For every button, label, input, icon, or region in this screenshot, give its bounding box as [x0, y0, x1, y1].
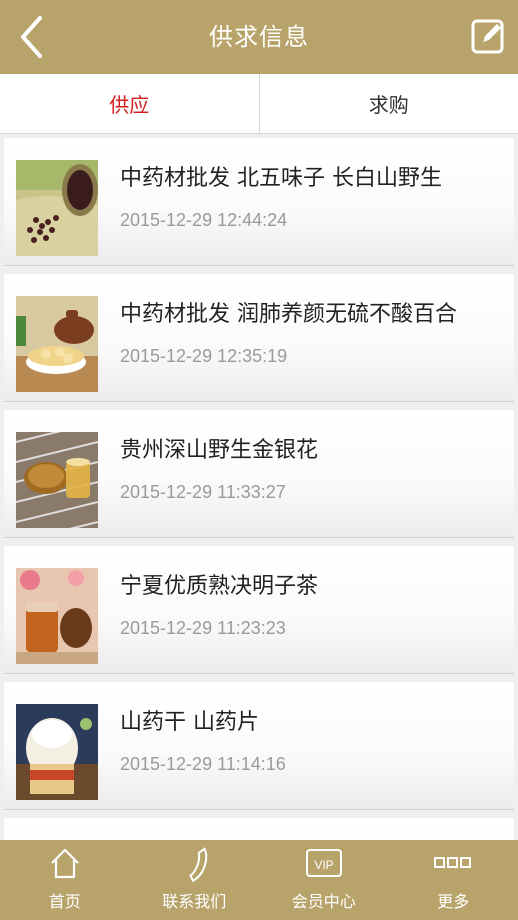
item-time: 2015-12-29 11:14:16 — [120, 754, 286, 774]
item-title: 贵州深山野生金银花 — [120, 438, 319, 463]
item-title: 宁夏优质熟决明子茶 — [120, 574, 319, 599]
vip-icon-text: VIP — [314, 858, 333, 872]
top-bar: 供求信息 — [0, 0, 518, 74]
item-thumbnail — [16, 704, 98, 800]
nav-more[interactable]: 更多 — [389, 840, 518, 920]
nav-label: 会员中心 — [291, 892, 356, 911]
item-time: 2015-12-29 12:44:24 — [120, 210, 288, 230]
item-time: 2015-12-29 12:35:19 — [120, 346, 288, 366]
item-thumbnail — [16, 568, 98, 664]
list-item[interactable]: 贵州深山野生金银花 2015-12-29 11:33:27 — [4, 410, 514, 538]
page-title: 供求信息 — [209, 23, 309, 51]
tab-purchase[interactable]: 求购 — [260, 74, 518, 133]
item-time: 2015-12-29 11:23:23 — [120, 618, 286, 638]
supply-list: 中药材批发 北五味子 长白山野生 2015-12-29 12:44:24 中药材… — [0, 134, 518, 840]
list-item[interactable] — [4, 818, 514, 840]
edit-button[interactable] — [470, 16, 506, 56]
list-item[interactable]: 山药干 山药片 2015-12-29 11:14:16 — [4, 682, 514, 810]
vip-icon: VIP — [304, 844, 344, 882]
phone-icon — [174, 844, 214, 882]
tab-bar: 供应 求购 — [0, 74, 518, 134]
item-thumbnail — [16, 296, 98, 392]
item-title: 中药材批发 润肺养颜无硫不酸百合 — [120, 302, 457, 327]
nav-label: 首页 — [48, 892, 81, 911]
nav-home[interactable]: 首页 — [0, 840, 130, 920]
nav-contact[interactable]: 联系我们 — [130, 840, 260, 920]
item-title: 山药干 山药片 — [120, 710, 259, 735]
edit-icon — [471, 19, 504, 54]
list-item[interactable]: 中药材批发 润肺养颜无硫不酸百合 2015-12-29 12:35:19 — [4, 274, 514, 402]
item-thumbnail — [16, 432, 98, 528]
home-icon — [45, 844, 85, 882]
item-thumbnail — [16, 160, 98, 256]
more-icon — [433, 844, 473, 882]
list-item[interactable]: 宁夏优质熟决明子茶 2015-12-29 11:23:23 — [4, 546, 514, 674]
nav-label: 更多 — [437, 892, 470, 911]
nav-member[interactable]: VIP 会员中心 — [259, 840, 389, 920]
tab-supply[interactable]: 供应 — [0, 74, 259, 133]
bottom-nav: 首页 联系我们 VIP 会员中心 更多 — [0, 840, 518, 920]
nav-label: 联系我们 — [162, 892, 227, 911]
item-time: 2015-12-29 11:33:27 — [120, 482, 286, 502]
item-title: 中药材批发 北五味子 长白山野生 — [120, 166, 442, 191]
list-item[interactable]: 中药材批发 北五味子 长白山野生 2015-12-29 12:44:24 — [4, 138, 514, 266]
